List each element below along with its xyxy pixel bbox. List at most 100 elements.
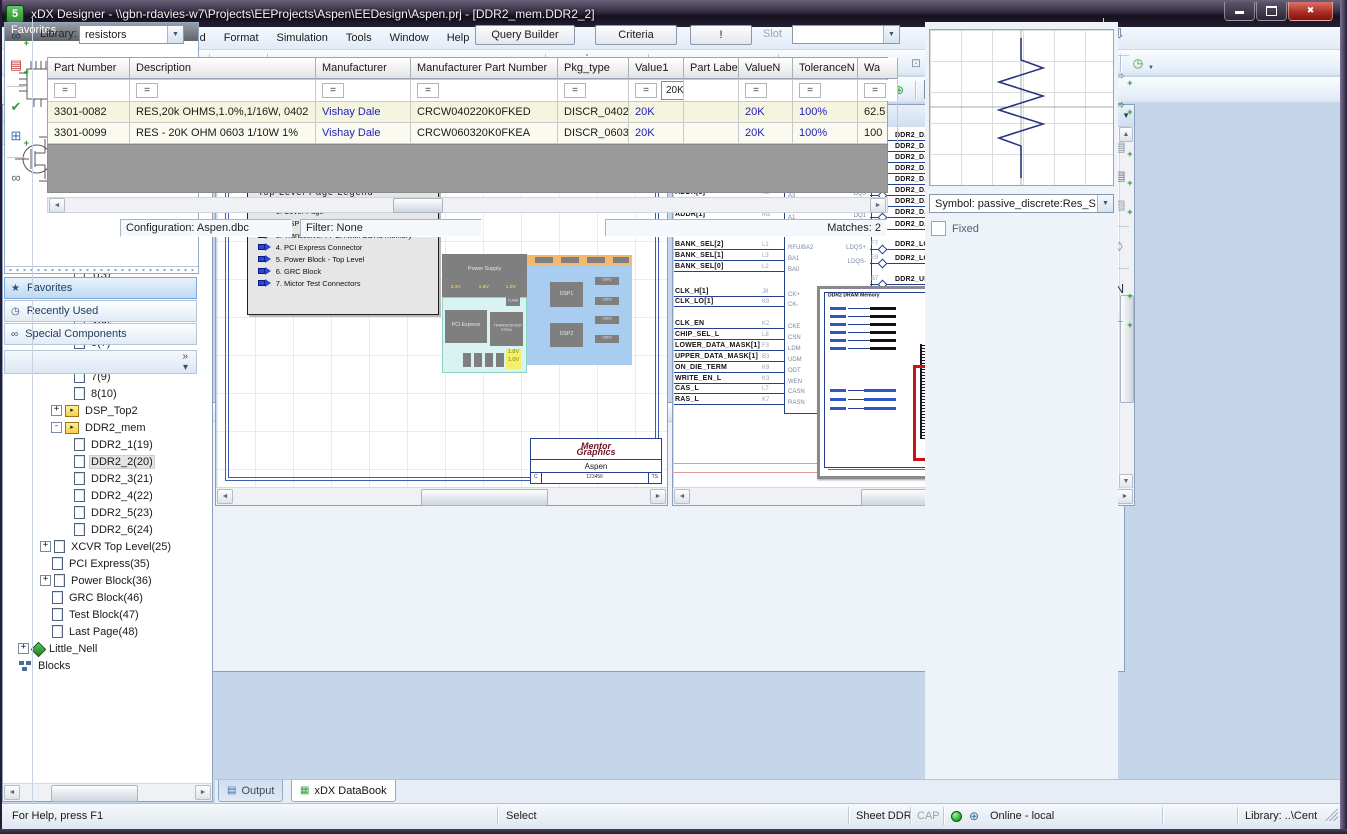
tree-item-pci-express-35-[interactable]: PCI Express(35): [3, 555, 212, 572]
tree-item-ddr2-2-20-[interactable]: DDR2_2(20): [3, 453, 212, 470]
apply-button[interactable]: !: [690, 25, 752, 45]
search-parts-icon[interactable]: ∞+: [6, 26, 26, 46]
pin-number: K9: [762, 365, 769, 371]
zoom-status-icon[interactable]: ⊕: [969, 809, 979, 823]
splitter-handle[interactable]: [5, 266, 198, 273]
criteria-button[interactable]: Criteria: [595, 25, 677, 45]
legend-item[interactable]: 4.PCI Express Connector: [258, 241, 438, 253]
column-header-description[interactable]: Description: [130, 58, 316, 79]
status-bar: For Help, press F1 Select Sheet DDR CAP …: [0, 803, 1347, 830]
column-header-pkg-type[interactable]: Pkg_type: [558, 58, 629, 79]
value-filter-input[interactable]: 20K▼: [661, 81, 684, 100]
filter-cell[interactable]: =: [793, 80, 858, 101]
filter-cell[interactable]: =: [858, 80, 898, 101]
tree-item-label: Last Page(48): [67, 626, 140, 638]
filter-cell[interactable]: [684, 80, 739, 101]
tree-item-ddr2-5-23-[interactable]: DDR2_5(23): [3, 504, 212, 521]
tree-item-ddr2-3-21-[interactable]: DDR2_3(21): [3, 470, 212, 487]
tree-item-ddr2-mem[interactable]: -▸DDR2_mem: [3, 419, 212, 436]
column-header-wa[interactable]: Wa: [858, 58, 898, 79]
toolbar-separator: [915, 81, 917, 99]
tree-item-xcvr-top-level-25-[interactable]: +XCVR Top Level(25): [3, 538, 212, 555]
pin-number: B7: [871, 276, 878, 282]
add-to-partlist-icon[interactable]: ⊞+: [6, 126, 26, 146]
ddr3-block: [496, 353, 504, 367]
filter-operator[interactable]: =: [864, 83, 886, 98]
find-in-design-icon[interactable]: ∞: [6, 168, 26, 188]
maximize-button[interactable]: [1256, 2, 1287, 21]
net-wire: [674, 350, 784, 351]
pane1-hscrollbar[interactable]: ◄ ►: [216, 487, 667, 505]
column-header-manufacturer-part-number[interactable]: Manufacturer Part Number: [411, 58, 558, 79]
column-header-valuen[interactable]: ValueN: [739, 58, 793, 79]
filter-cell[interactable]: = 20K▼: [629, 80, 684, 101]
filter-cell[interactable]: =: [316, 80, 411, 101]
place-selected-part-icon[interactable]: ✔: [6, 97, 26, 117]
tree-item-last-page-48-[interactable]: Last Page(48): [3, 623, 212, 640]
tree-item-label: Power Block(36): [69, 575, 154, 587]
table-row[interactable]: 3301-0099RES - 20K OHM 0603 1/10W 1%Vish…: [48, 123, 887, 144]
expand-toggle-icon[interactable]: +: [40, 541, 51, 552]
tree-item-grc-block-46-[interactable]: GRC Block(46): [3, 589, 212, 606]
filter-operator[interactable]: =: [799, 83, 821, 98]
legend-item[interactable]: 7.Mictor Test Connectors: [258, 277, 438, 289]
filter-cell[interactable]: =: [130, 80, 316, 101]
column-header-manufacturer[interactable]: Manufacturer: [316, 58, 411, 79]
tree-item-ddr2-6-24-[interactable]: DDR2_6(24): [3, 521, 212, 538]
column-header-part-label[interactable]: Part Label: [684, 58, 739, 79]
table-row[interactable]: 3301-0082RES,20k OHMS,1.0%,1/16W, 0402Vi…: [48, 102, 887, 123]
expand-toggle-icon[interactable]: +: [51, 405, 62, 416]
tree-item-ddr2-1-19-[interactable]: DDR2_1(19): [3, 436, 212, 453]
legend-item[interactable]: 5.Power Block - Top Level: [258, 253, 438, 265]
filter-cell[interactable]: =: [558, 80, 629, 101]
tree-item-power-block-36-[interactable]: + Power Block(36): [3, 572, 212, 589]
column-header-tolerancen[interactable]: ToleranceN: [793, 58, 858, 79]
filter-cell[interactable]: =: [48, 80, 130, 101]
query-builder-button[interactable]: Query Builder: [475, 25, 575, 45]
tree-item-test-block-47-[interactable]: Test Block(47): [3, 606, 212, 623]
filter-row: = = = = = = 20K▼ = = =: [48, 80, 887, 102]
column-header-part-number[interactable]: Part Number: [48, 58, 130, 79]
filter-operator[interactable]: =: [745, 83, 767, 98]
navigator-hscrollbar[interactable]: ◄ ►: [3, 783, 212, 801]
status-online: Online - local: [990, 810, 1054, 822]
page-icon: [52, 591, 63, 604]
filter-operator[interactable]: =: [54, 83, 76, 98]
minimize-button[interactable]: [1224, 2, 1255, 21]
page-icon: [74, 506, 85, 519]
tree-item-blocks[interactable]: Blocks: [3, 657, 212, 674]
close-button[interactable]: ✖: [1288, 2, 1333, 21]
expand-toggle-icon[interactable]: -: [51, 422, 62, 433]
tree-item-8-10-[interactable]: 8(10): [3, 385, 212, 402]
tree-item-ddr2-4-22-[interactable]: DDR2_4(22): [3, 487, 212, 504]
add-library-icon[interactable]: ▤+: [6, 55, 26, 75]
slot-select[interactable]: ▼: [792, 25, 900, 44]
fixed-label: Fixed: [952, 223, 979, 235]
transceiver-fpga-block: TRANSCEIVER FPGA: [490, 312, 523, 346]
parts-table[interactable]: Part NumberDescriptionManufacturerManufa…: [47, 57, 888, 145]
legend-item[interactable]: 6.GRC Block: [258, 265, 438, 277]
table-hscrollbar[interactable]: ◄ ►: [47, 197, 888, 213]
expand-toggle-icon[interactable]: +: [40, 575, 51, 586]
tree-item-little-nell[interactable]: +Little_Nell: [3, 640, 212, 657]
tab-output[interactable]: ▤Output: [218, 780, 283, 802]
filter-operator[interactable]: =: [564, 83, 586, 98]
symbol-select[interactable]: Symbol: passive_discrete:Res_S▼: [929, 194, 1114, 213]
filter-operator[interactable]: =: [136, 83, 158, 98]
fixed-checkbox[interactable]: [931, 221, 946, 236]
filter-cell[interactable]: =: [739, 80, 793, 101]
library-select[interactable]: resistors▼: [79, 25, 184, 44]
filter-operator[interactable]: =: [322, 83, 344, 98]
tab-xdx-databook[interactable]: ▦xDX DataBook: [291, 780, 396, 802]
ddr2-block: DDR2: [595, 277, 619, 285]
filter-cell[interactable]: =: [411, 80, 558, 101]
power-supply-block: Power Supply 3.3V 1.8V 1.0V: [442, 254, 527, 297]
column-header-value1[interactable]: Value1: [629, 58, 684, 79]
net-label: CHIP_SEL_L: [675, 331, 719, 338]
tree-item-label: DDR2_2(20): [89, 455, 155, 469]
filter-operator[interactable]: =: [635, 83, 657, 98]
resize-grip[interactable]: [1325, 808, 1338, 821]
tree-item-dsp-top2[interactable]: +▸DSP_Top2: [3, 402, 212, 419]
filter-operator[interactable]: =: [417, 83, 439, 98]
window-border-bottom: [0, 829, 1347, 834]
